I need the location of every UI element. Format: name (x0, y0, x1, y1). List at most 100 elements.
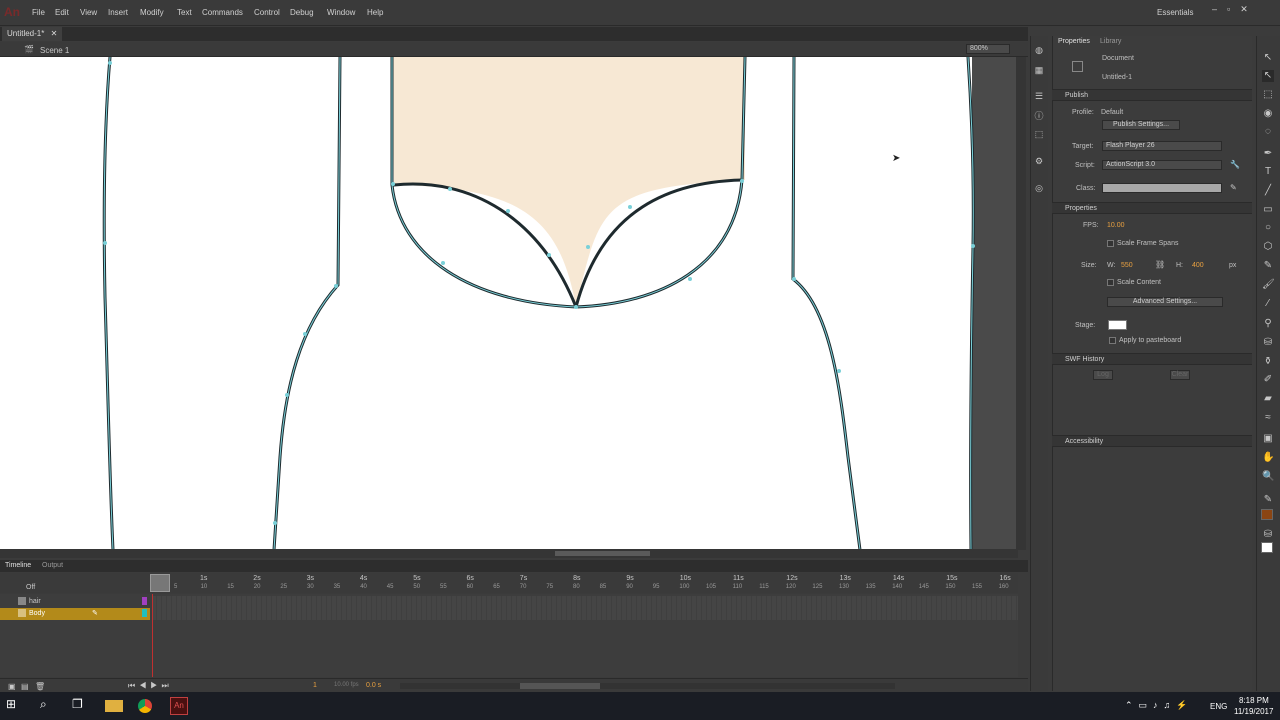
layer-name[interactable]: hair (29, 598, 41, 605)
fill-bucket-icon[interactable]: ⛁ (1262, 529, 1274, 541)
playback-controls[interactable]: ⏮◀▶⏭ (128, 681, 173, 691)
layer-row-body[interactable]: Body ✎ (0, 608, 150, 620)
stroke-color-icon[interactable]: ✎ (1262, 494, 1274, 506)
stage-canvas[interactable] (0, 57, 1018, 550)
menu-window[interactable]: Window (327, 8, 355, 17)
swf-history-section-header[interactable]: SWF History (1052, 353, 1252, 365)
file-explorer-icon[interactable] (105, 700, 123, 712)
pencil-icon[interactable]: ✎ (1230, 183, 1237, 192)
log-button[interactable]: Log (1093, 370, 1113, 380)
scene-label[interactable]: Scene 1 (40, 46, 69, 55)
apply-pasteboard-checkbox[interactable] (1109, 337, 1116, 344)
fill-color-swatch[interactable] (1261, 509, 1273, 520)
timeline-scrollbar[interactable] (400, 683, 895, 689)
advanced-settings-button[interactable]: Advanced Settings... (1107, 297, 1223, 307)
clear-button[interactable]: Clear (1170, 370, 1190, 380)
chrome-icon[interactable] (138, 699, 152, 713)
menu-help[interactable]: Help (367, 8, 383, 17)
menu-view[interactable]: View (80, 8, 97, 17)
scale-content-checkbox[interactable] (1107, 279, 1114, 286)
scale-spans-checkbox[interactable] (1107, 240, 1114, 247)
task-view-icon[interactable]: ❐ (72, 697, 90, 715)
swatches-icon[interactable]: ▦ (1033, 64, 1045, 76)
info-icon[interactable]: ⓘ (1033, 110, 1045, 122)
layer-name[interactable]: Body (29, 610, 45, 617)
tab-timeline[interactable]: Timeline (5, 562, 31, 569)
transform-icon[interactable]: ⬚ (1033, 128, 1045, 140)
trash-icon[interactable]: 🗑 (35, 682, 45, 691)
language-indicator[interactable]: ENG (1210, 702, 1227, 711)
stage-area[interactable]: ➤ (0, 57, 1018, 550)
menu-file[interactable]: File (32, 8, 45, 17)
3d-rotation-icon[interactable]: ◉ (1262, 108, 1274, 120)
pencil-tool-icon[interactable]: ✎ (1262, 260, 1274, 272)
bone-icon[interactable]: ⚲ (1262, 318, 1274, 330)
menu-modify[interactable]: Modify (140, 8, 164, 17)
text-icon[interactable]: T (1262, 166, 1274, 178)
oval-icon[interactable]: ○ (1262, 222, 1274, 234)
white-color-swatch[interactable] (1261, 542, 1273, 553)
selection-tool-icon[interactable]: ↖ (1262, 52, 1274, 64)
eraser-icon[interactable]: ▰ (1262, 393, 1274, 405)
target-dropdown[interactable]: Flash Player 26 (1102, 141, 1222, 151)
rectangle-icon[interactable]: ▭ (1262, 204, 1274, 216)
properties-section-header[interactable]: Properties (1052, 202, 1252, 214)
menu-insert[interactable]: Insert (108, 8, 128, 17)
class-field[interactable] (1102, 183, 1222, 193)
components-icon[interactable]: ⚙ (1033, 155, 1045, 167)
hand-icon[interactable]: ✋ (1262, 452, 1274, 464)
workspace-switcher[interactable]: Essentials (1157, 8, 1193, 17)
tab-library[interactable]: Library (1100, 38, 1121, 45)
vertical-scrollbar[interactable] (1016, 57, 1026, 550)
stage-color-swatch[interactable] (1108, 320, 1127, 330)
new-layer-icon[interactable]: ▣ (8, 682, 16, 691)
color-icon[interactable]: ◍ (1033, 44, 1045, 56)
layer-color-swatch[interactable] (142, 609, 147, 617)
free-transform-icon[interactable]: ⬚ (1262, 89, 1274, 101)
menu-text[interactable]: Text (177, 8, 192, 17)
menu-edit[interactable]: Edit (55, 8, 69, 17)
publish-section-header[interactable]: Publish (1052, 89, 1252, 101)
window-controls[interactable]: –▫✕ (1212, 4, 1276, 16)
windows-start-icon[interactable]: ⊞ (6, 697, 24, 715)
frame-grid[interactable] (152, 596, 1018, 620)
clock-time[interactable]: 8:18 PM (1239, 696, 1269, 705)
zoom-tool-icon[interactable]: 🔍 (1262, 471, 1274, 483)
search-icon[interactable]: ⌕ (40, 697, 58, 715)
paint-brush-icon[interactable]: ⁄ (1262, 298, 1274, 310)
horizontal-scrollbar[interactable] (0, 549, 1018, 558)
subselection-tool-icon[interactable]: ↖ (1262, 70, 1274, 82)
clock-date[interactable]: 11/19/2017 (1234, 707, 1273, 716)
height-value[interactable]: 400 (1192, 262, 1204, 269)
animate-icon[interactable]: An (170, 697, 188, 715)
publish-settings-button[interactable]: Publish Settings... (1102, 120, 1180, 130)
paint-bucket-icon[interactable]: ⛁ (1262, 337, 1274, 349)
camera-icon[interactable]: ▣ (1262, 433, 1274, 445)
document-tab[interactable]: Untitled-1* ✕ (2, 27, 63, 41)
ink-bottle-icon[interactable]: ⚱ (1262, 356, 1274, 368)
link-icon[interactable]: ⛓ (1155, 260, 1165, 269)
eyedropper-icon[interactable]: ✐ (1262, 374, 1274, 386)
zoom-field[interactable]: 800% (966, 44, 1010, 54)
polystar-icon[interactable]: ⬡ (1262, 241, 1274, 253)
tab-output[interactable]: Output (42, 562, 63, 569)
accessibility-section-header[interactable]: Accessibility (1052, 435, 1252, 447)
cc-libraries-icon[interactable]: ◎ (1033, 182, 1045, 194)
width-value[interactable]: 550 (1121, 262, 1133, 269)
script-dropdown[interactable]: ActionScript 3.0 (1102, 160, 1222, 170)
width-tool-icon[interactable]: ≈ (1262, 412, 1274, 424)
playhead-marker[interactable] (150, 574, 170, 592)
close-icon[interactable]: ✕ (51, 29, 58, 38)
menu-debug[interactable]: Debug (290, 8, 314, 17)
wrench-icon[interactable]: 🔧 (1230, 160, 1240, 169)
line-icon[interactable]: ╱ (1262, 185, 1274, 197)
layer-color-swatch[interactable] (142, 597, 147, 605)
lasso-icon[interactable]: ◌ (1262, 126, 1274, 138)
brush-icon[interactable]: 🖌 (1262, 279, 1275, 291)
align-icon[interactable]: ☰ (1033, 90, 1045, 102)
system-tray-icons[interactable]: ⌃▭♪♫⚡ (1125, 700, 1194, 711)
pen-icon[interactable]: ✒ (1262, 148, 1274, 160)
folder-icon[interactable]: ▤ (21, 682, 29, 691)
tab-properties[interactable]: Properties (1058, 38, 1090, 45)
menu-commands[interactable]: Commands (202, 8, 243, 17)
